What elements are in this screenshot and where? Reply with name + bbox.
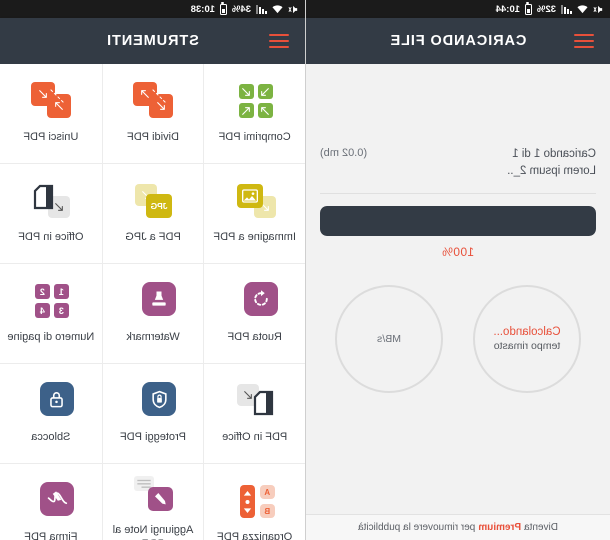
tool-label: Numero di pagine	[7, 331, 95, 344]
add-notes-icon	[130, 475, 176, 515]
tool-image-to-pdf[interactable]: Immagine a PDF	[203, 164, 305, 264]
mute-icon	[288, 4, 299, 15]
signal-icon	[256, 4, 267, 14]
screenshot-root: 32% 10:44 CARICANDO FILE Caricando 1 di …	[0, 0, 610, 540]
tool-label: Comprimi PDF	[218, 131, 291, 144]
ad-prefix-label: Diventa	[524, 522, 558, 533]
tool-label: Proteggi PDF	[120, 431, 187, 444]
tools-scroll-area[interactable]: Comprimi PDF Dividi PDF Unisci PDF Immagine…	[0, 64, 305, 540]
tool-protect-pdf[interactable]: Proteggi PDF	[101, 364, 204, 464]
premium-highlight-label: Premium	[478, 522, 522, 533]
tool-label: Sblocca	[31, 431, 71, 444]
tool-pdf-to-jpg[interactable]: JPG PDF a JPG	[101, 164, 204, 264]
pdf-to-jpg-icon: JPG	[130, 182, 176, 222]
file-status-row: Caricando 1 di 1 Lorem ipsum 2_.. (0.02 …	[320, 64, 596, 179]
wifi-icon	[577, 4, 588, 14]
tools-screen: 34% 10:38 STRUMENTI Comprimi PDF Dividi P…	[0, 0, 305, 540]
tool-office-to-pdf[interactable]: Office in PDF	[0, 164, 102, 264]
app-bar-left: CARICANDO FILE	[306, 18, 610, 64]
ad-suffix-label: per rimuovere la pubblicità	[358, 522, 476, 533]
tool-pdf-to-office[interactable]: PDF in Office	[203, 364, 305, 464]
hamburger-icon[interactable]	[574, 33, 594, 49]
page-title: CARICANDO FILE	[389, 33, 527, 49]
tool-organize-pdf[interactable]: A B Organizza PDF	[203, 464, 305, 540]
split-pdf-icon	[130, 82, 176, 122]
tool-watermark[interactable]: Watermark	[101, 264, 204, 364]
battery-percent-label: 34%	[231, 3, 251, 15]
protect-pdf-icon	[130, 382, 177, 422]
sign-pdf-icon	[28, 482, 74, 522]
status-bar-right: 34% 10:38	[0, 0, 305, 18]
tool-label: Dividi PDF	[127, 131, 179, 144]
battery-icon	[219, 3, 227, 15]
unlock-pdf-icon	[28, 382, 74, 422]
stats-circles: Calcolando... tempo rimasto MB/s	[320, 285, 596, 394]
tool-page-numbers[interactable]: 1 2 3 4 Numero di pagine	[0, 264, 102, 364]
tool-label: Office in PDF	[18, 231, 84, 244]
tool-label: Immagine a PDF	[213, 231, 296, 244]
compress-pdf-icon	[232, 82, 278, 122]
merge-pdf-icon	[28, 82, 74, 122]
tool-label: Aggiungi Note al PDF	[112, 524, 194, 540]
upload-progress-bar	[320, 206, 596, 237]
file-name-label: Lorem ipsum 2_..	[507, 164, 596, 177]
app-bar-right: STRUMENTI	[0, 18, 305, 64]
battery-percent-label: 32%	[536, 3, 556, 15]
page-numbers-icon: 1234	[28, 282, 74, 322]
time-remaining-caption: tempo rimasto	[493, 339, 561, 352]
tool-label: Firma PDF	[24, 531, 78, 540]
divider	[320, 193, 596, 195]
tool-split-pdf[interactable]: Dividi PDF	[101, 64, 204, 164]
tool-merge-pdf[interactable]: Unisci PDF	[0, 64, 102, 164]
tool-label: PDF in Office	[222, 431, 288, 444]
tool-rotate-pdf[interactable]: Ruota PDF	[203, 264, 305, 364]
battery-icon	[524, 3, 532, 15]
rotate-pdf-icon	[232, 282, 278, 322]
upload-screen: 32% 10:44 CARICANDO FILE Caricando 1 di …	[305, 0, 610, 540]
tool-label: Unisci PDF	[23, 131, 79, 144]
tool-label: Organizza PDF	[217, 531, 293, 540]
office-to-pdf-icon	[28, 182, 74, 222]
upload-progress-label: 100%	[441, 245, 475, 260]
page-title: STRUMENTI	[106, 33, 199, 49]
clock-label: 10:38	[190, 3, 215, 15]
tool-unlock-pdf[interactable]: Sblocca	[0, 364, 102, 464]
tool-label: Ruota PDF	[227, 331, 282, 344]
status-bar-left: 32% 10:44	[306, 0, 610, 18]
wifi-icon	[272, 4, 283, 14]
clock-label: 10:44	[495, 3, 520, 15]
tool-compress-pdf[interactable]: Comprimi PDF	[203, 64, 305, 164]
mute-icon	[593, 4, 604, 15]
file-size-label: (0.02 mb)	[320, 147, 368, 159]
watermark-icon	[130, 282, 177, 322]
upload-progress-fill	[320, 206, 596, 237]
upload-body: Caricando 1 di 1 Lorem ipsum 2_.. (0.02 …	[306, 64, 610, 540]
tool-add-notes[interactable]: Aggiungi Note al PDF	[101, 464, 204, 540]
speed-unit-label: MB/s	[377, 333, 401, 346]
time-remaining-circle: Calcolando... tempo rimasto	[473, 285, 581, 394]
time-remaining-value: Calcolando...	[493, 326, 561, 339]
signal-icon	[561, 4, 572, 14]
file-status-text: Caricando 1 di 1 Lorem ipsum 2_..	[507, 146, 596, 179]
pdf-to-office-icon	[232, 382, 278, 422]
premium-ad-bar[interactable]: Diventa Premium per rimuovere la pubblic…	[306, 514, 610, 540]
tool-sign-pdf[interactable]: Firma PDF	[0, 464, 102, 540]
tool-label: PDF a JPG	[125, 231, 181, 244]
image-to-pdf-icon	[232, 182, 278, 222]
tools-grid: Comprimi PDF Dividi PDF Unisci PDF Immagine…	[0, 64, 305, 540]
speed-circle: MB/s	[335, 285, 443, 394]
upload-count-label: Caricando 1 di 1	[512, 148, 596, 160]
organize-pdf-icon: AB	[232, 482, 278, 522]
tool-label: Watermark	[126, 331, 180, 344]
hamburger-icon[interactable]	[269, 33, 289, 49]
